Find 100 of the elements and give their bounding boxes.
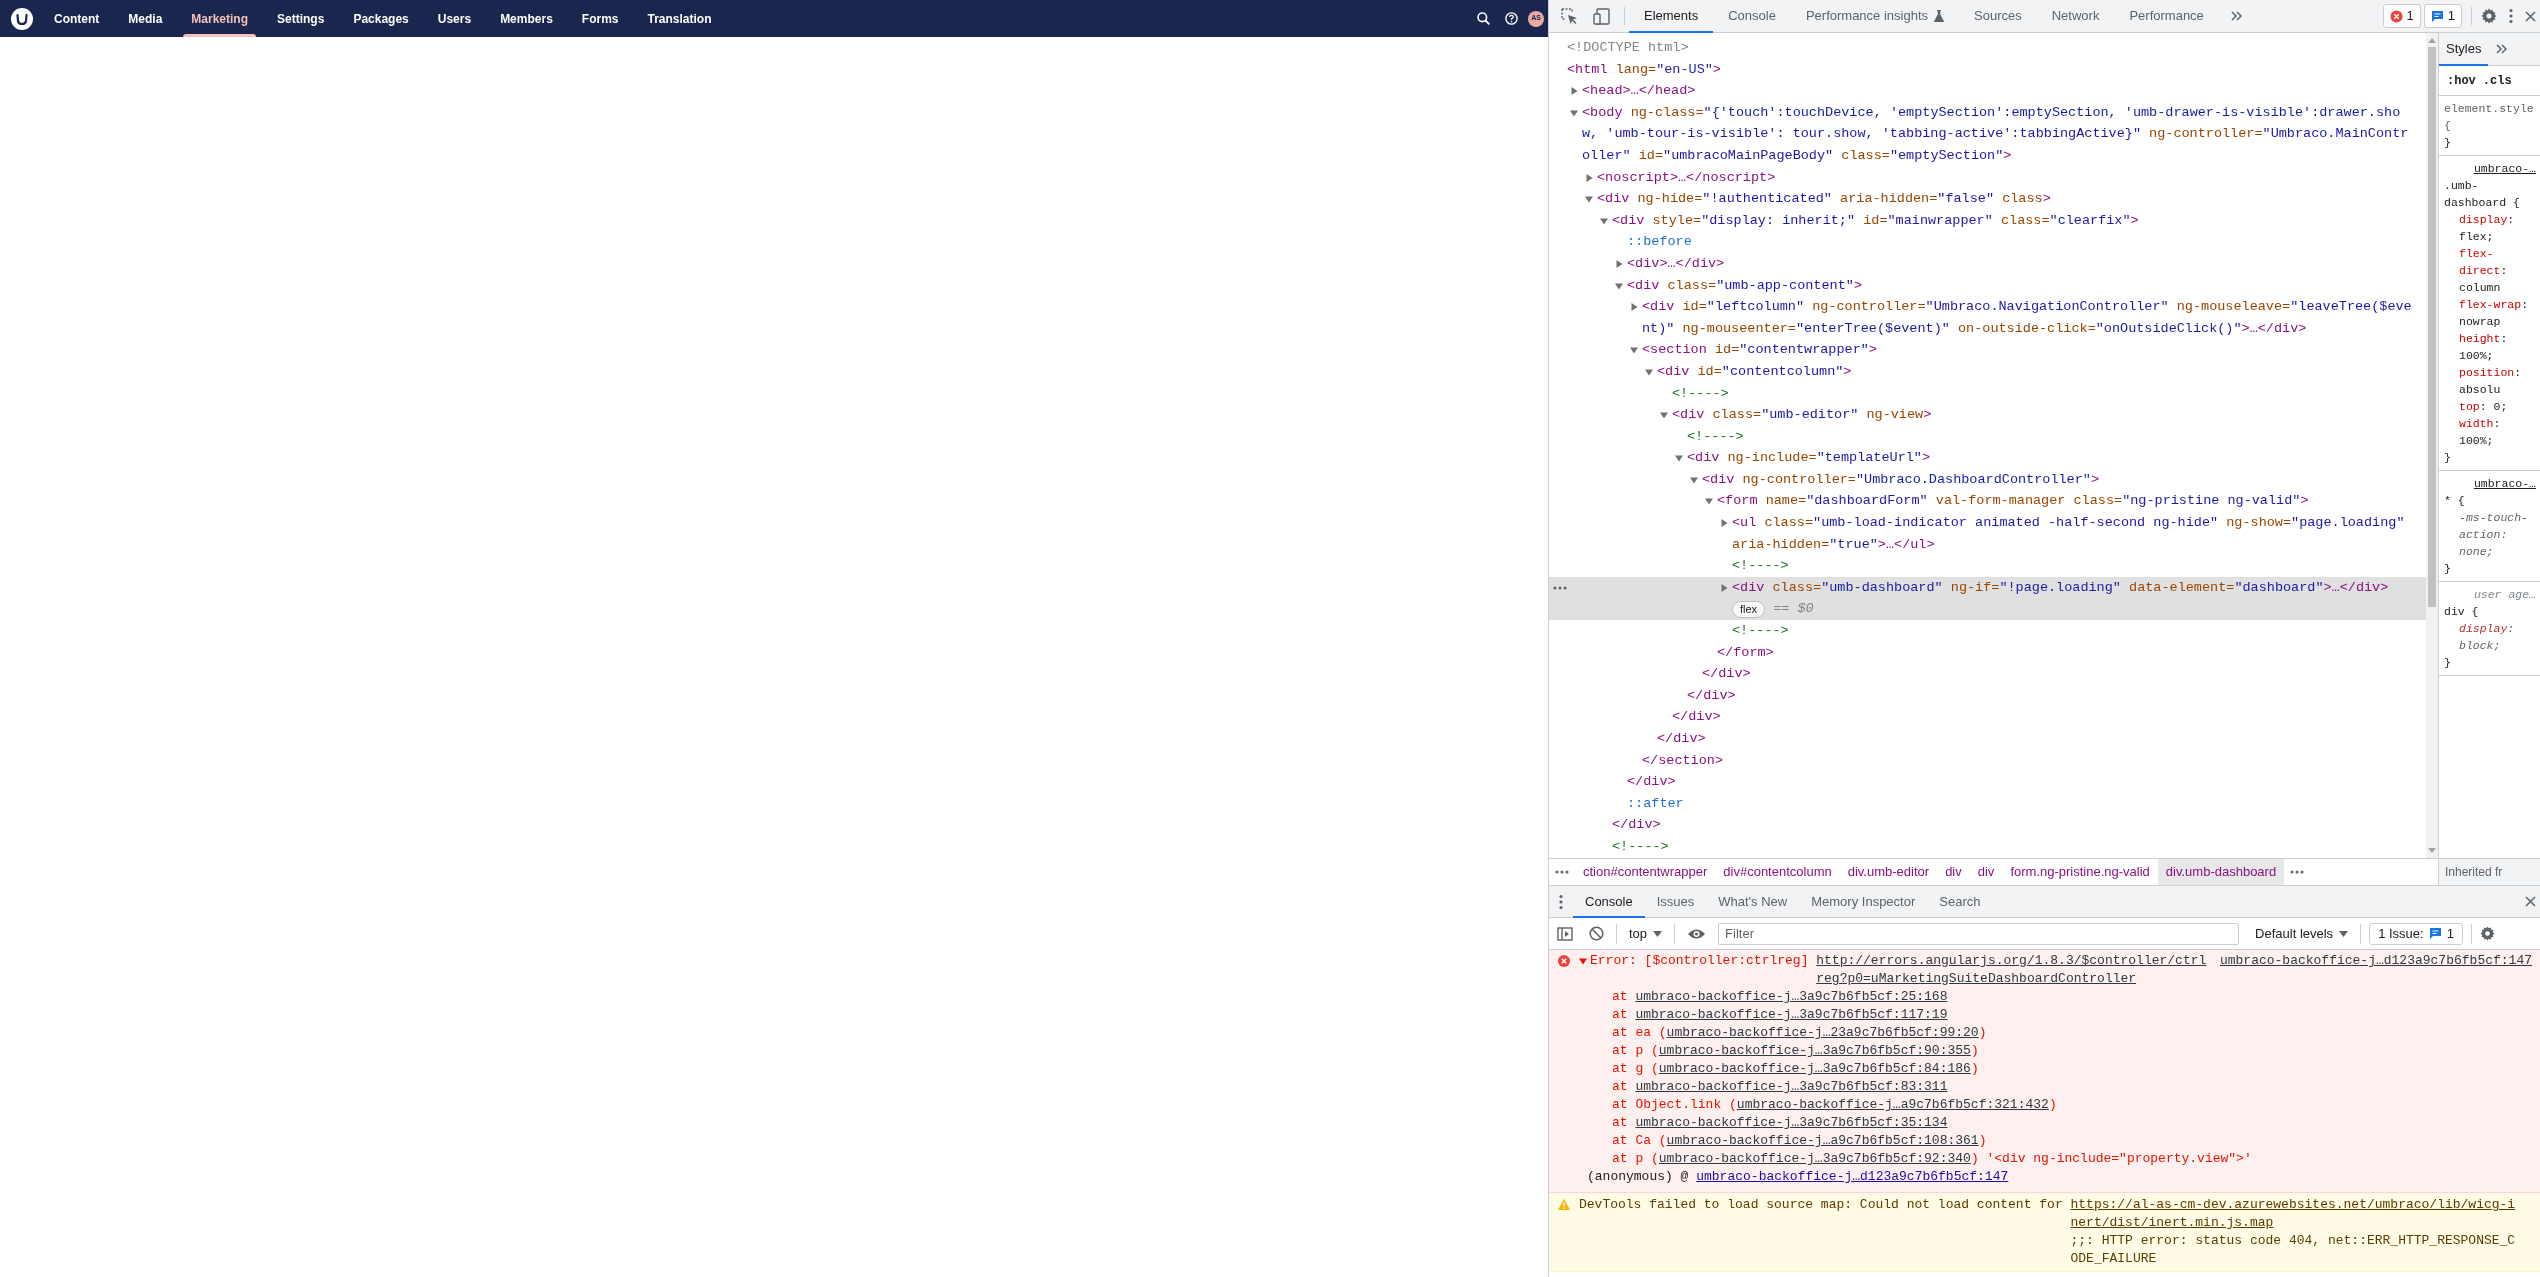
source-link[interactable]: umbraco-backoffice-j…d123a9c7b6fb5cf:147	[2219, 952, 2532, 970]
source-link[interactable]: umbraco-backoffice-j…3a9c7b6fb5cf:35:134	[1635, 1115, 1948, 1130]
collapsed-triangle-icon[interactable]	[1570, 87, 1578, 96]
panel-tab[interactable]: Sources	[1959, 0, 2037, 32]
source-link[interactable]: umbraco-backoffice-j…3a9c7b6fb5cf:84:186	[1658, 1061, 1971, 1076]
html-comment[interactable]: <!---->	[1672, 382, 2416, 405]
nav-item[interactable]: Settings	[269, 0, 333, 37]
filter-toggle[interactable]: :hov	[2447, 71, 2476, 90]
drawer-tab[interactable]: Memory Inspector	[1799, 886, 1928, 917]
more-options-icon[interactable]	[2509, 8, 2513, 24]
panel-tab[interactable]: Console	[1713, 0, 1791, 32]
issues-button[interactable]: 1 Issue: 1	[2369, 922, 2463, 945]
dom-tree-row[interactable]: <form name="dashboardForm" val-form-manager class="ng-pristine ng-valid">	[1549, 490, 2426, 513]
nav-item[interactable]: Marketing	[183, 0, 257, 37]
breadcrumb[interactable]: div	[1969, 859, 2003, 885]
css-property[interactable]: position: absolu	[2444, 364, 2538, 398]
more-dots-icon[interactable]	[1555, 870, 1569, 874]
collapsed-triangle-icon[interactable]	[1720, 583, 1728, 592]
breadcrumb[interactable]: div	[1937, 859, 1970, 885]
source-link[interactable]: umbraco-backoffice-j…3a9c7b6fb5cf:117:19	[1635, 1007, 1948, 1022]
dom-tree-row[interactable]: <div ng-include="templateUrl">	[1549, 447, 2426, 469]
html-comment[interactable]: <!---->	[1687, 425, 2416, 448]
log-levels-dropdown[interactable]: Default levels	[2251, 921, 2353, 946]
panel-tab[interactable]: Network	[2036, 0, 2115, 32]
settings-icon[interactable]	[2479, 926, 2495, 941]
filter-input[interactable]: Filter	[1718, 922, 2240, 945]
stylesheet-link[interactable]: umbraco-…	[2473, 160, 2536, 177]
collapsed-triangle-icon[interactable]	[1585, 173, 1593, 182]
panel-tab[interactable]: Performance insights	[1790, 0, 1960, 32]
closing-tag[interactable]: </div>	[1612, 814, 1661, 836]
expanded-triangle-icon[interactable]	[1645, 367, 1653, 376]
collapsed-triangle-icon[interactable]	[1615, 259, 1623, 268]
expanded-triangle-icon[interactable]	[1585, 195, 1593, 204]
search-icon[interactable]	[1477, 12, 1490, 25]
expanded-triangle-icon[interactable]	[1615, 281, 1623, 290]
source-link[interactable]: umbraco-backoffice-j…3a9c7b6fb5cf:90:355	[1658, 1043, 1971, 1058]
more-dots-icon[interactable]	[1553, 585, 1567, 590]
breadcrumb[interactable]: form.ng-pristine.ng-valid	[2002, 859, 2158, 885]
context-dropdown[interactable]: top	[1625, 921, 1667, 946]
clear-console-icon[interactable]	[1589, 926, 1604, 941]
drawer-tab[interactable]: What's New	[1706, 886, 1800, 917]
dom-node[interactable]: <div ng-controller="Umbraco.DashboardController">	[1702, 468, 2416, 491]
stylesheet-link[interactable]: user age…	[2473, 586, 2536, 603]
closing-tag[interactable]: </section>	[1642, 749, 1723, 772]
css-property[interactable]: display: flex;	[2444, 211, 2538, 245]
breadcrumb[interactable]: div.umb-editor	[1839, 859, 1938, 885]
nav-item[interactable]: Users	[429, 0, 480, 37]
source-link[interactable]: umbraco-backoffice-j…3a9c7b6fb5cf:92:340	[1658, 1151, 1971, 1166]
source-link[interactable]: umbraco-backoffice-j…d123a9c7b6fb5cf:147	[1696, 1169, 2009, 1184]
collapsed-triangle-icon[interactable]	[1630, 303, 1638, 312]
expanded-triangle-icon[interactable]	[1705, 497, 1713, 506]
dom-tree-row[interactable]: <div ng-controller="Umbraco.DashboardController">	[1549, 468, 2426, 491]
device-toolbar-icon[interactable]	[1593, 7, 1610, 25]
drawer-tab[interactable]: Search	[1927, 886, 1993, 917]
dom-tree-row[interactable]: <!---->	[1549, 555, 2426, 577]
nav-item[interactable]: Translation	[639, 0, 720, 37]
closing-tag[interactable]: </form>	[1717, 641, 1774, 664]
breadcrumb[interactable]: ction#contentwrapper	[1575, 859, 1716, 885]
source-link[interactable]: umbraco-backoffice-j…a9c7b6fb5cf:321:432	[1736, 1097, 2049, 1112]
collapsed-triangle-icon[interactable]	[1720, 519, 1728, 528]
close-icon[interactable]	[2525, 896, 2536, 907]
source-link[interactable]: umbraco-backoffice-j…a9c7b6fb5cf:108:361	[1666, 1133, 1979, 1148]
nav-item[interactable]: Packages	[345, 0, 417, 37]
dom-node[interactable]: <body ng-class="{'touch':touchDevice, 'emptySection':emptySection, 'umb-drawer-is-visible':drawer.show, 'umb-tour-is-visible': tour.show, 'tabbing-active':tabbingActive}" ng-controller="Umbraco.MainController" id="umbracoMainPageBody" class="emptySection">	[1582, 101, 2416, 167]
html-comment[interactable]: <!---->	[1732, 555, 2416, 577]
css-property[interactable]: height: 100%;	[2444, 330, 2538, 364]
layout-badge[interactable]: flex	[1732, 600, 1766, 618]
panel-tab[interactable]: Elements	[1629, 0, 1714, 32]
css-property[interactable]: flex-direct: column	[2444, 245, 2538, 296]
dom-node[interactable]: <div ng-include="templateUrl">	[1687, 447, 2416, 469]
html-comment[interactable]: <!---->	[1732, 620, 2416, 642]
expanded-triangle-icon[interactable]	[1660, 411, 1668, 420]
breadcrumb[interactable]: div#contentcolumn	[1715, 859, 1840, 885]
help-icon[interactable]	[1505, 12, 1518, 25]
errors-counter[interactable]: 1	[2382, 4, 2421, 28]
close-icon[interactable]	[2525, 10, 2536, 22]
expanded-triangle-icon[interactable]	[1630, 346, 1638, 355]
closing-tag[interactable]: </div>	[1672, 706, 1721, 728]
dom-node[interactable]: <div class="umb-dashboard" ng-if="!page.loading" data-element="dashboard">…</div>	[1732, 576, 2416, 599]
css-property[interactable]: top: 0;	[2444, 398, 2538, 415]
dom-tree-row[interactable]: <ul class="umb-load-indicator animated -half-second ng-hide" ng-show="page.loading" aria-hidden="true">…</ul>	[1549, 512, 2426, 556]
source-link[interactable]: umbraco-backoffice-j…3a9c7b6fb5cf:83:311	[1635, 1079, 1948, 1094]
dom-tree-row[interactable]: <!---->	[1549, 620, 2426, 642]
source-link[interactable]: umbraco-backoffice-j…3a9c7b6fb5cf:25:168	[1635, 989, 1948, 1004]
dom-node[interactable]: <form name="dashboardForm" val-form-manager class="ng-pristine ng-valid">	[1717, 490, 2416, 513]
inspect-element-icon[interactable]	[1561, 7, 1578, 25]
logo-icon[interactable]	[11, 7, 33, 30]
closing-tag[interactable]: </div>	[1687, 684, 1736, 707]
expanded-triangle-icon[interactable]	[1690, 475, 1698, 484]
expanded-triangle-icon[interactable]	[1570, 108, 1578, 117]
expanded-triangle-icon[interactable]	[1675, 454, 1683, 463]
dom-node[interactable]: <ul class="umb-load-indicator animated -half-second ng-hide" ng-show="page.loading" aria-hidden="true">…</ul>	[1732, 512, 2416, 556]
nav-item[interactable]: Content	[46, 0, 108, 37]
css-property[interactable]: width: 100%;	[2444, 415, 2538, 449]
closing-tag[interactable]: </div>	[1627, 771, 1676, 793]
sidebar-icon[interactable]	[1557, 926, 1573, 941]
dom-tree-row[interactable]: <div class="umb-dashboard" ng-if="!page.loading" data-element="dashboard">…</div> flex == $0	[1549, 576, 2426, 621]
source-link[interactable]: umbraco-backoffice-j…23a9c7b6fb5cf:99:20	[1666, 1025, 1979, 1040]
settings-icon[interactable]	[2481, 8, 2497, 24]
more-options-icon[interactable]	[1559, 893, 1563, 910]
